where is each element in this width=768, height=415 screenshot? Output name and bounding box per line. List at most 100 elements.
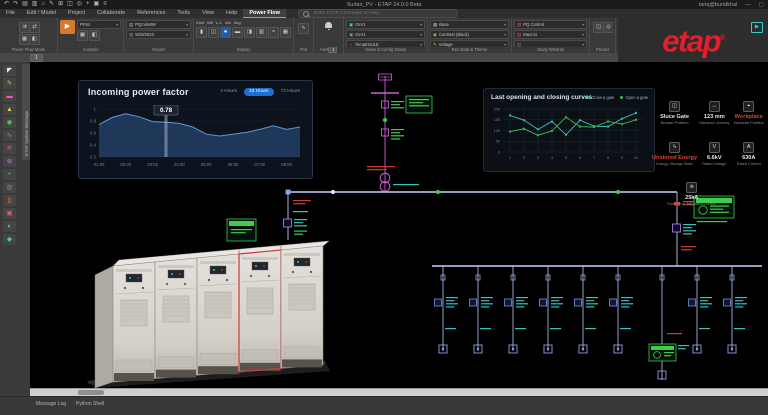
ribbon-dropdown[interactable]: ▥▾	[514, 40, 587, 47]
menu-tab-power-flow[interactable]: Power Flow	[243, 9, 286, 18]
svg-text:0.6: 0.6	[90, 131, 97, 136]
edit-pencil-icon[interactable]: ✎	[3, 78, 16, 89]
ribbon-icon[interactable]: ▦	[77, 30, 88, 41]
search-input[interactable]	[312, 10, 453, 17]
message-log-tab[interactable]: Message Log	[36, 401, 66, 407]
diagram-tab-1[interactable]: 1	[30, 54, 43, 62]
relay-element-icon[interactable]: ▣	[3, 208, 16, 219]
study-case-dropdown[interactable]: PF64▾	[77, 20, 121, 29]
ribbon-dropdown[interactable]: ▦Base▾	[430, 20, 509, 29]
bus-element-icon[interactable]: ▬	[3, 91, 16, 102]
ribbon-icon[interactable]: ▬	[232, 27, 243, 38]
scrollbar-thumb[interactable]	[78, 390, 104, 395]
element-toolbar-icons: ◤ ✎ ▬ ▲ ◉ ∿ ≋ ⊗ ◓ ◎ ▯ ▣ ◐ ◆	[3, 65, 16, 245]
ribbon-icon[interactable]: ◧	[29, 34, 40, 45]
ribbon-dropdown[interactable]: ∿TempESULE▾	[346, 40, 425, 47]
ribbon-icon[interactable]: ◓	[268, 27, 279, 38]
ribbon-dropdown[interactable]: ▤PQLVkMW▾	[126, 20, 191, 29]
pv-element-icon[interactable]: ◆	[3, 234, 16, 245]
run-analysis-button[interactable]: ▶	[60, 20, 75, 34]
ribbon-icon[interactable]: ◧	[89, 30, 100, 41]
legend-item-close-a-gate[interactable]: Close a gate	[586, 95, 614, 100]
ribbon-dropdown[interactable]: ▣OLV1▾	[346, 20, 425, 29]
card-subtitle: Short-time Withstand Current	[652, 202, 732, 207]
plot-button[interactable]: ∿	[298, 23, 309, 34]
restore-button[interactable]: ▢	[759, 2, 764, 8]
svg-text:3: 3	[537, 156, 539, 160]
one-line-diagram-canvas[interactable]: Incoming power factor 4 Hours24 Hours72 …	[30, 62, 768, 388]
ribbon-dropdown[interactable]: ▥Macro1▾	[514, 30, 587, 39]
menu-tab-references[interactable]: References	[131, 9, 171, 18]
node-element-icon[interactable]: ◉	[3, 117, 16, 128]
menu-tab-collaborate[interactable]: Collaborate	[91, 9, 131, 18]
svg-text:04:00: 04:00	[174, 162, 185, 167]
pf-range-4-hours[interactable]: 4 Hours	[215, 88, 242, 96]
cable-element-icon[interactable]: ≋	[3, 143, 16, 154]
card-value: 6.6kV	[697, 155, 731, 161]
ribbon-dropdown[interactable]: ◉Contrast (Black)▾	[430, 30, 509, 39]
alert-bell-icon[interactable]	[325, 22, 332, 28]
ribbon-dropdown[interactable]: ▣OLV1▾	[346, 30, 425, 39]
ribbon-icon[interactable]: ▥	[256, 27, 267, 38]
menu-tab-edit-model[interactable]: Edit / Model	[21, 9, 62, 18]
card-subtitle: Energy Storage State	[652, 162, 697, 167]
card-value: Workplace	[732, 114, 766, 120]
window-title: Sudair_PV - ETAP 24.0.0 Beta	[0, 2, 768, 8]
display-toggle-ab[interactable]: /Ab	[225, 20, 231, 25]
menu-tab-project[interactable]: Project	[62, 9, 91, 18]
legend-item-open-a-gate[interactable]: Open a gate	[620, 95, 648, 100]
command-search-box[interactable]	[298, 9, 458, 18]
card-subtitle: Rated Voltage	[697, 162, 731, 167]
card-subtitle: Handcart Journey	[697, 121, 731, 126]
brand-zone: etap® ▶	[618, 18, 768, 62]
ribbon-icon[interactable]: ⇄	[29, 22, 40, 33]
switchgear-3d-rendering	[85, 233, 330, 388]
svg-text:06:00: 06:00	[228, 162, 239, 167]
ribbon-dropdown[interactable]: ▥9/20/2023▾	[126, 30, 191, 39]
rated-current-icon: A	[743, 142, 754, 153]
card-subtitle: Handcart Position	[732, 121, 766, 126]
menu-tab-file[interactable]: File	[0, 9, 21, 18]
ribbon-group-predict: ◫◎Predict	[590, 18, 616, 53]
select-cursor-icon[interactable]: ◤	[3, 65, 16, 76]
ribbon-group-report: ▤PQLVkMW▾▥9/20/2023▾Report	[124, 18, 194, 53]
status-card-breaker-position: ◫Sluce GateBreaker Position	[652, 94, 697, 126]
transformer-element-icon[interactable]: ⊗	[3, 156, 16, 167]
ribbon-icon[interactable]: ◨	[244, 27, 255, 38]
card-value: Unstored Energy	[652, 155, 697, 161]
ribbon-icon[interactable]: ◎	[603, 22, 613, 33]
display-toggle-unit[interactable]: /Unit	[196, 20, 204, 25]
breaker-element-icon[interactable]: ▯	[3, 195, 16, 206]
ribbon-icon[interactable]: ▮	[196, 27, 207, 38]
incoming-power-factor-panel: Incoming power factor 4 Hours24 Hours72 …	[78, 80, 313, 179]
meter-element-icon[interactable]: ◐	[3, 221, 16, 232]
ribbon-group-alert: Alert 1	[314, 18, 344, 53]
display-toggle-kw[interactable]: kW	[207, 20, 213, 25]
pf-time-range-buttons: 4 Hours24 Hours72 Hours	[215, 88, 305, 96]
waveform-element-icon[interactable]: ∿	[3, 130, 16, 141]
ribbon-icon[interactable]: ●	[220, 27, 231, 38]
pf-range-72-hours[interactable]: 72 Hours	[276, 88, 305, 96]
display-toggle-ll[interactable]: L-L	[216, 20, 222, 25]
menu-tabs: FileEdit / ModelProjectCollaborateRefere…	[0, 9, 286, 18]
menu-tab-tools[interactable]: Tools	[171, 9, 196, 18]
generator-element-icon[interactable]: ◎	[3, 182, 16, 193]
python-shell-tab[interactable]: Python Shell	[76, 401, 104, 407]
element-toolbar-rail: ◤ ✎ ▬ ▲ ◉ ∿ ≋ ⊗ ◓ ◎ ▯ ▣ ◐ ◆ ETAP System Message	[0, 62, 30, 388]
card-value: 25kA	[652, 195, 732, 201]
run-play-icon[interactable]: ▶	[751, 22, 763, 33]
menu-tab-help[interactable]: Help	[220, 9, 243, 18]
display-toggle-avg[interactable]: Avg	[234, 20, 241, 25]
minimize-button[interactable]: —	[745, 2, 751, 8]
ribbon-dropdown[interactable]: ▥PQ Control▾	[514, 20, 587, 29]
ribbon-icon[interactable]: ◫	[208, 27, 219, 38]
ribbon-icon[interactable]: ▦	[280, 27, 291, 38]
motor-element-icon[interactable]: ◓	[3, 169, 16, 180]
warning-element-icon[interactable]: ▲	[3, 104, 16, 115]
menu-tab-view[interactable]: View	[196, 9, 220, 18]
curves-panel-title: Last opening and closing curves	[491, 94, 592, 101]
ribbon-dropdown[interactable]: ✎Voltage▾	[430, 40, 509, 47]
svg-text:8: 8	[607, 156, 609, 160]
system-message-tab[interactable]: ETAP System Message	[22, 64, 30, 160]
pf-range-24-hours[interactable]: 24 Hours	[244, 88, 273, 96]
